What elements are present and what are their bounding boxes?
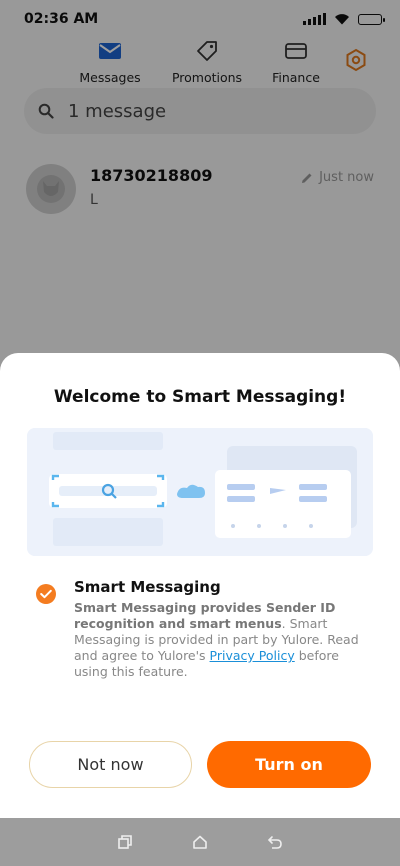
option-description: Smart Messaging provides Sender ID recog… (74, 600, 359, 679)
not-now-button[interactable]: Not now (29, 741, 192, 788)
smart-messaging-dialog: Welcome to Smart Messaging! Smart Messag… (0, 353, 400, 818)
home-icon[interactable] (192, 834, 208, 850)
smart-messaging-illustration (27, 428, 373, 556)
turn-on-button[interactable]: Turn on (207, 741, 371, 788)
privacy-policy-link[interactable]: Privacy Policy (210, 648, 295, 663)
system-nav-bar (0, 818, 400, 866)
option-title: Smart Messaging (74, 578, 221, 596)
back-icon[interactable] (267, 834, 283, 850)
checkmark-icon[interactable] (36, 584, 56, 604)
dialog-title: Welcome to Smart Messaging! (53, 387, 347, 407)
recents-icon[interactable] (117, 834, 133, 850)
